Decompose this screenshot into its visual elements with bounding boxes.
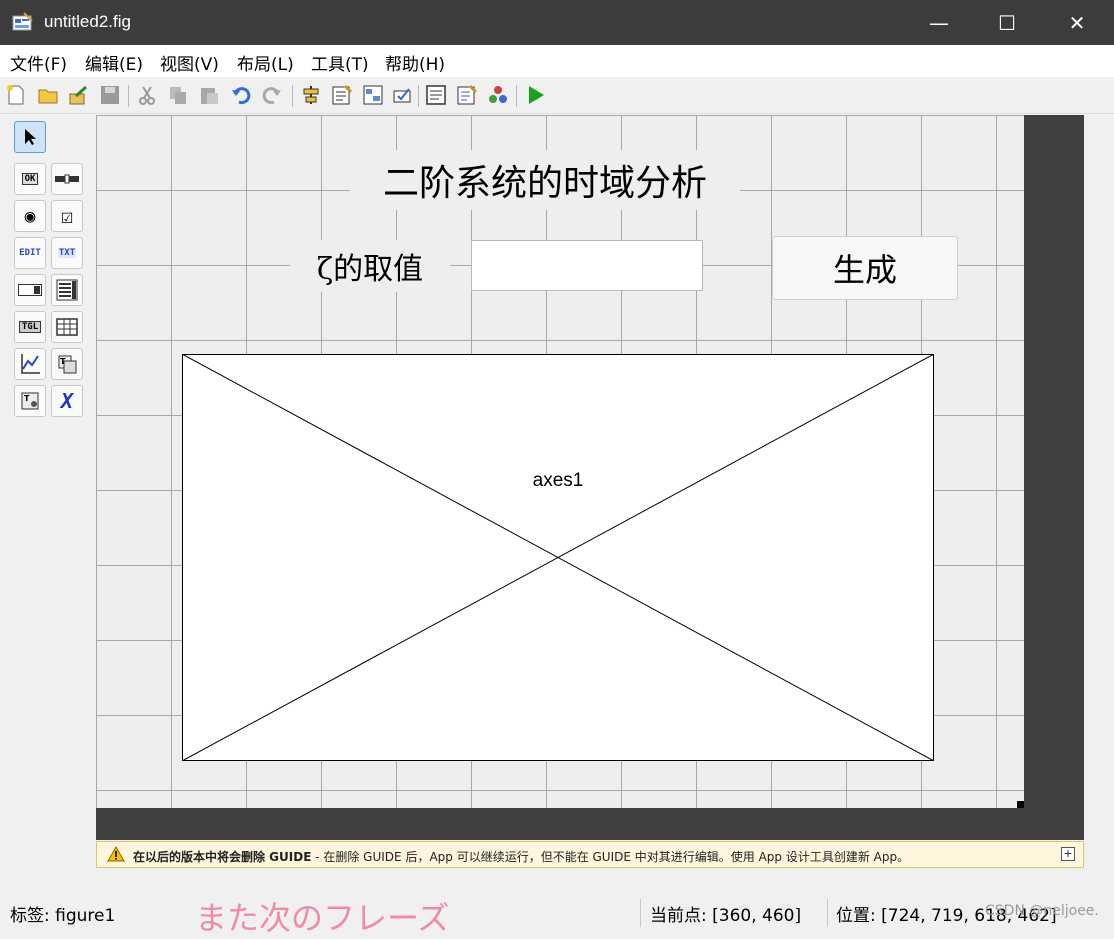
property-inspector-icon[interactable] xyxy=(455,83,479,107)
menu-layout[interactable]: 布局(L) xyxy=(237,50,294,75)
static-text-tool[interactable]: TXT xyxy=(51,237,83,269)
popup-menu-icon xyxy=(18,284,42,296)
figure-title-text[interactable]: 二阶系统的时域分析 xyxy=(350,150,740,210)
figure-resize-handle[interactable] xyxy=(1017,801,1024,808)
slider-icon xyxy=(55,174,79,184)
table-tool[interactable] xyxy=(51,311,83,343)
open-folder-icon[interactable] xyxy=(36,83,60,107)
toolbar-editor-icon[interactable] xyxy=(391,83,415,107)
csdn-watermark: CSDN @neljoee. xyxy=(985,903,1099,919)
toolbar xyxy=(0,77,1114,114)
menu-edit[interactable]: 编辑(E) xyxy=(85,50,143,75)
minimize-button[interactable]: — xyxy=(904,0,974,45)
popup-menu-tool[interactable] xyxy=(14,274,46,306)
redo-icon[interactable] xyxy=(260,83,284,107)
table-icon xyxy=(56,318,78,336)
menu-help[interactable]: 帮助(H) xyxy=(385,50,445,75)
warning-bold-text: 在以后的版本中将会删除 GUIDE xyxy=(133,850,312,864)
toolbar-separator xyxy=(516,85,517,107)
guide-deprecation-warning: 在以后的版本中将会删除 GUIDE - 在删除 GUIDE 后，App 可以继续… xyxy=(96,841,1084,868)
menu-editor-icon[interactable] xyxy=(330,83,354,107)
paste-icon[interactable] xyxy=(197,83,221,107)
new-file-icon[interactable] xyxy=(4,83,28,107)
maximize-button[interactable]: ☐ xyxy=(972,0,1042,45)
status-bar: 标签: figure1 当前点: [360, 460] 位置: [724, 71… xyxy=(0,895,1114,931)
push-button-tool[interactable]: OK xyxy=(14,163,46,195)
title-bar: untitled2.fig — ☐ ✕ xyxy=(0,0,1114,45)
radio-button-tool[interactable]: ◉ xyxy=(14,200,46,232)
status-tag: 标签: figure1 xyxy=(10,905,116,926)
cut-icon[interactable] xyxy=(135,83,159,107)
window-title: untitled2.fig xyxy=(44,12,131,31)
button-group-icon: T xyxy=(21,392,39,410)
edit-text-icon: EDIT xyxy=(19,248,41,258)
arrow-cursor-icon xyxy=(25,129,36,145)
panel-tool[interactable]: T xyxy=(51,348,83,380)
canvas-outside-area xyxy=(1024,115,1084,840)
copy-icon[interactable] xyxy=(166,83,190,107)
toggle-button-icon: TGL xyxy=(18,321,42,333)
toolbar-separator xyxy=(128,85,129,107)
radio-button-icon: ◉ xyxy=(24,205,36,227)
canvas-outside-area xyxy=(96,808,1084,840)
align-objects-icon[interactable] xyxy=(299,83,323,107)
save-icon[interactable] xyxy=(98,83,122,107)
minimize-icon: — xyxy=(929,10,949,35)
svg-text:T: T xyxy=(24,394,30,403)
run-figure-icon[interactable] xyxy=(524,83,548,107)
close-icon: ✕ xyxy=(1068,10,1086,35)
menu-view[interactable]: 视图(V) xyxy=(160,50,219,75)
toolbar-separator xyxy=(418,85,419,107)
maximize-icon: ☐ xyxy=(998,10,1016,35)
axes-cross-icon xyxy=(182,354,934,761)
axes1-placeholder[interactable]: axes1 xyxy=(182,354,934,761)
axes-tool[interactable] xyxy=(14,348,46,380)
button-group-tool[interactable]: T xyxy=(14,385,46,417)
toolbar-separator xyxy=(292,85,293,107)
status-divider xyxy=(640,899,641,927)
warning-icon xyxy=(107,846,125,862)
status-current-point: 当前点: [360, 460] xyxy=(650,905,802,926)
tab-order-icon[interactable] xyxy=(361,83,385,107)
generate-button[interactable]: 生成 xyxy=(772,236,958,300)
export-icon[interactable] xyxy=(67,83,91,107)
listbox-icon xyxy=(56,279,78,301)
listbox-tool[interactable] xyxy=(51,274,83,306)
panel-icon: T xyxy=(58,355,77,374)
undo-icon[interactable] xyxy=(229,83,253,107)
close-button[interactable]: ✕ xyxy=(1042,0,1112,45)
activex-icon: X xyxy=(60,389,74,413)
menu-file[interactable]: 文件(F) xyxy=(10,50,67,75)
checkbox-icon: ☑ xyxy=(60,204,74,228)
checkbox-tool[interactable]: ☑ xyxy=(51,200,83,232)
warning-message: 在以后的版本中将会删除 GUIDE - 在删除 GUIDE 后，App 可以继续… xyxy=(133,848,909,865)
object-browser-icon[interactable] xyxy=(486,83,510,107)
status-divider xyxy=(827,899,828,927)
zeta-input[interactable] xyxy=(471,240,703,291)
expand-icon[interactable]: + xyxy=(1061,847,1075,861)
overlay-watermark: また次のフレーズ xyxy=(195,899,450,937)
static-text-icon: TXT xyxy=(57,248,77,258)
select-tool[interactable] xyxy=(14,121,46,153)
zeta-label[interactable]: ζ的取值 xyxy=(290,240,450,292)
svg-text:T: T xyxy=(60,357,66,366)
menu-tools[interactable]: 工具(T) xyxy=(311,50,369,75)
activex-tool[interactable]: X xyxy=(51,385,83,417)
warning-detail-text: - 在删除 GUIDE 后，App 可以继续运行，但不能在 GUIDE 中对其进… xyxy=(311,850,910,864)
slider-tool[interactable] xyxy=(51,163,83,195)
push-button-icon: OK xyxy=(21,173,39,185)
axes-tag-label: axes1 xyxy=(532,470,584,491)
matlab-fig-icon xyxy=(12,12,33,31)
toggle-button-tool[interactable]: TGL xyxy=(14,311,46,343)
edit-text-tool[interactable]: EDIT xyxy=(14,237,46,269)
editor-icon[interactable] xyxy=(424,83,448,107)
menu-bar: 文件(F) 编辑(E) 视图(V) 布局(L) 工具(T) 帮助(H) xyxy=(0,45,1114,77)
axes-icon xyxy=(21,354,40,374)
